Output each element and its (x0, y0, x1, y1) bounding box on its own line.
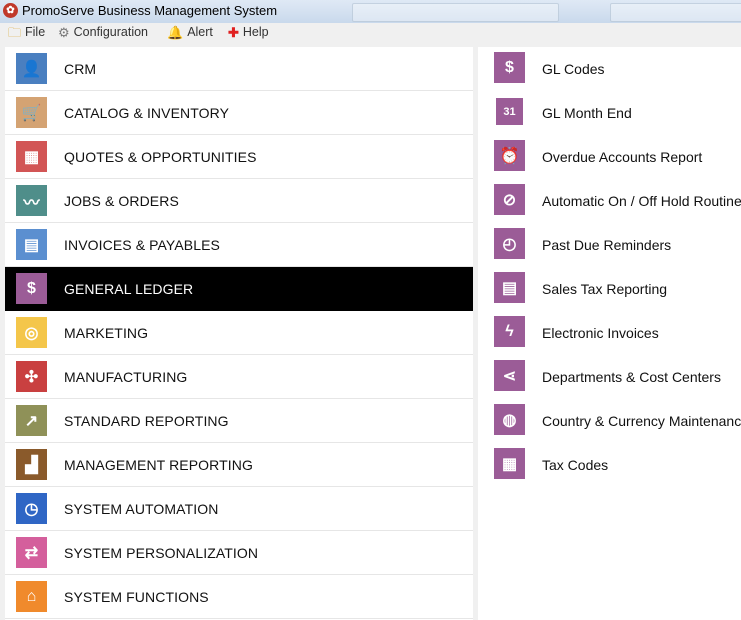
help-cross-icon: ✚ (228, 25, 239, 40)
app-logo-icon: ✿ (3, 3, 18, 18)
folder-icon: 🗀 (8, 25, 22, 40)
cart-icon: 🛒 (16, 97, 47, 128)
ledger-item-label: Past Due Reminders (542, 237, 672, 253)
ledger-item-label: Sales Tax Reporting (542, 281, 668, 297)
ledger-item-label: Country & Currency Maintenance (542, 413, 741, 429)
ledger-item-overdue-accounts-report[interactable]: ⏰ Overdue Accounts Report (478, 135, 741, 179)
module-item-system-functions[interactable]: ⌂ SYSTEM FUNCTIONS (5, 575, 473, 619)
module-item-manufacturing[interactable]: ✣ MANUFACTURING (5, 355, 473, 399)
ledger-item-past-due-reminders[interactable]: ◴ Past Due Reminders (478, 223, 741, 267)
stopwatch-icon: ◷ (16, 493, 47, 524)
menu-configuration-label: Configuration (73, 25, 149, 39)
ledger-item-country-currency-maintenance[interactable]: ◍ Country & Currency Maintenance (478, 399, 741, 443)
module-item-label: MANAGEMENT REPORTING (64, 456, 253, 473)
module-item-label: CATALOG & INVENTORY (64, 104, 230, 121)
bell-icon: 🔔 (167, 25, 184, 40)
ledger-item-label: Overdue Accounts Report (542, 149, 703, 165)
ledger-item-electronic-invoices[interactable]: ϟ Electronic Invoices (478, 311, 741, 355)
ledger-item-automatic-on-off-hold-routine[interactable]: ⊘ Automatic On / Off Hold Routine (478, 179, 741, 223)
ledger-item-label: Electronic Invoices (542, 325, 659, 341)
module-item-jobs-orders[interactable]: 〰 JOBS & ORDERS (5, 179, 473, 223)
module-list: 👤 CRM 🛒 CATALOG & INVENTORY ▦ QUOTES & OPPORT… (5, 47, 473, 620)
home-icon: ⌂ (16, 581, 47, 612)
ledger-item-sales-tax-reporting[interactable]: ▤ Sales Tax Reporting (478, 267, 741, 311)
menu-file[interactable]: 🗀 File (8, 23, 45, 42)
menu-alert[interactable]: 🔔 Alert (167, 23, 213, 42)
earth-icon: ◍ (494, 404, 525, 435)
module-item-quotes-opportunities[interactable]: ▦ QUOTES & OPPORTUNITIES (5, 135, 473, 179)
calculator-icon: ▤ (16, 229, 47, 260)
module-item-label: MANUFACTURING (64, 368, 188, 385)
ledger-item-gl-month-end[interactable]: 31 GL Month End (478, 91, 741, 135)
calendar-grid-icon: ▦ (16, 141, 47, 172)
module-item-label: CRM (64, 60, 97, 77)
ledger-item-gl-codes[interactable]: $ GL Codes (478, 47, 741, 91)
table-list-icon: ▦ (494, 448, 525, 479)
module-item-marketing[interactable]: ◎ MARKETING (5, 311, 473, 355)
background-tab (352, 3, 559, 22)
module-item-label: MARKETING (64, 324, 149, 341)
window-title: PromoServe Business Management System (22, 3, 278, 18)
module-item-management-reporting[interactable]: ▟ MANAGEMENT REPORTING (5, 443, 473, 487)
module-item-label: GENERAL LEDGER (64, 280, 194, 297)
globe-icon: ◎ (16, 317, 47, 348)
swap-arrows-icon: ⇄ (16, 537, 47, 568)
list-screen-icon: ▤ (494, 272, 525, 303)
module-item-catalog-inventory[interactable]: 🛒 CATALOG & INVENTORY (5, 91, 473, 135)
bar-trend-icon: ▟ (16, 449, 47, 480)
chart-up-icon: ↗ (16, 405, 47, 436)
prohibited-icon: ⊘ (494, 184, 525, 215)
ledger-item-label: Automatic On / Off Hold Routine (542, 193, 741, 209)
module-item-invoices-payables[interactable]: ▤ INVOICES & PAYABLES (5, 223, 473, 267)
module-item-system-automation[interactable]: ◷ SYSTEM AUTOMATION (5, 487, 473, 531)
module-item-label: SYSTEM PERSONALIZATION (64, 544, 259, 561)
alarm-clock-icon: ◴ (494, 228, 525, 259)
menu-file-label: File (25, 25, 46, 39)
module-item-general-ledger[interactable]: $ GENERAL LEDGER (5, 267, 473, 311)
calendar-31-icon: 31 (494, 96, 525, 127)
ledger-item-departments-cost-centers[interactable]: ⋖ Departments & Cost Centers (478, 355, 741, 399)
module-item-crm[interactable]: 👤 CRM (5, 47, 473, 91)
module-item-standard-reporting[interactable]: ↗ STANDARD REPORTING (5, 399, 473, 443)
module-item-system-personalization[interactable]: ⇄ SYSTEM PERSONALIZATION (5, 531, 473, 575)
dollar-icon: $ (16, 273, 47, 304)
share-nodes-icon: ⋖ (494, 360, 525, 391)
background-tab (610, 3, 741, 22)
alarm-warning-icon: ⏰ (494, 140, 525, 171)
menu-bar: 🗀 File ⚙ Configuration 🔔 Alert ✚ Help (0, 23, 741, 43)
person-icon: 👤 (16, 53, 47, 84)
menu-help[interactable]: ✚ Help (228, 23, 269, 42)
menu-configuration[interactable]: ⚙ Configuration (58, 23, 148, 42)
module-item-label: JOBS & ORDERS (64, 192, 179, 209)
ledger-item-label: Tax Codes (542, 457, 609, 473)
lightning-icon: ϟ (494, 316, 525, 347)
module-item-label: INVOICES & PAYABLES (64, 236, 220, 253)
menu-help-label: Help (242, 25, 269, 39)
network-icon: ✣ (16, 361, 47, 392)
general-ledger-menu: $ GL Codes 31 GL Month End ⏰ Overdue Accounts… (478, 47, 741, 620)
module-item-label: QUOTES & OPPORTUNITIES (64, 148, 257, 165)
ledger-item-label: GL Month End (542, 105, 632, 121)
ledger-item-tax-codes[interactable]: ▦ Tax Codes (478, 443, 741, 487)
gear-icon: ⚙ (58, 25, 70, 40)
menu-alert-label: Alert (187, 25, 213, 39)
pulse-icon: 〰 (16, 185, 47, 216)
ledger-item-label: Departments & Cost Centers (542, 369, 721, 385)
ledger-item-label: GL Codes (542, 61, 605, 77)
dollar-icon: $ (494, 52, 525, 83)
module-item-label: STANDARD REPORTING (64, 412, 229, 429)
module-item-label: SYSTEM FUNCTIONS (64, 588, 209, 605)
module-item-label: SYSTEM AUTOMATION (64, 500, 219, 517)
window-titlebar: ✿ PromoServe Business Management System (0, 0, 741, 24)
